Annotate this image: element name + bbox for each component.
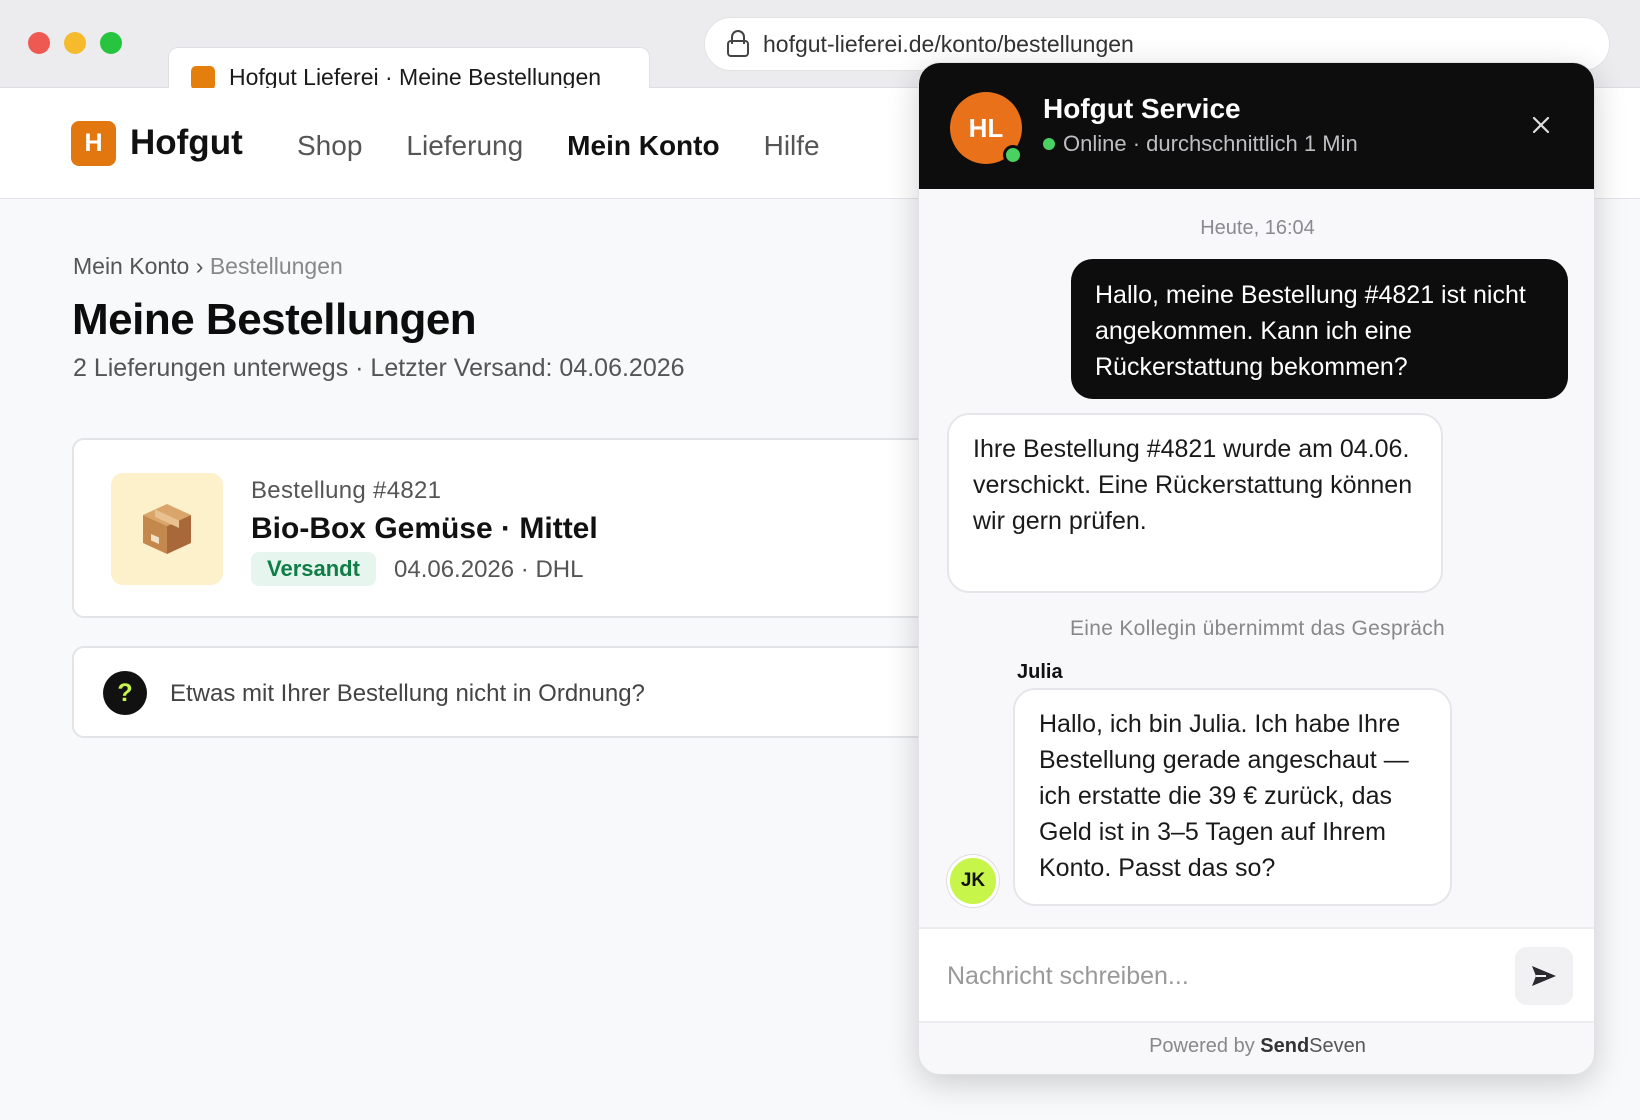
main-nav: Shop Lieferung Mein Konto Hilfe bbox=[297, 130, 820, 162]
question-icon: ? bbox=[103, 671, 147, 715]
window-minimize-button[interactable] bbox=[64, 32, 86, 54]
powered-prefix: Powered by bbox=[1149, 1035, 1261, 1057]
chat-widget: HL Hofgut Service Online · durchschnittl… bbox=[918, 62, 1595, 1075]
breadcrumb: Mein Konto › Bestellungen bbox=[73, 253, 343, 280]
order-card[interactable]: Bestellung #4821 Bio-Box Gemüse · Mittel… bbox=[72, 438, 952, 618]
system-message: Eine Kollegin übernimmt das Gespräch bbox=[1070, 617, 1445, 640]
nav-lieferung[interactable]: Lieferung bbox=[406, 130, 523, 162]
chat-header: HL Hofgut Service Online · durchschnittl… bbox=[919, 63, 1594, 189]
lock-icon bbox=[727, 30, 749, 58]
nav-mein-konto[interactable]: Mein Konto bbox=[567, 130, 719, 162]
send-button[interactable] bbox=[1515, 947, 1573, 1005]
page-title: Meine Bestellungen bbox=[72, 295, 477, 344]
powered-by: Powered by SendSeven bbox=[919, 1035, 1594, 1058]
breadcrumb-current: Bestellungen bbox=[209, 253, 343, 279]
package-icon bbox=[111, 473, 223, 585]
powered-brand-rest[interactable]: Seven bbox=[1309, 1035, 1366, 1057]
favicon-icon bbox=[191, 66, 215, 90]
close-button[interactable] bbox=[1525, 109, 1557, 141]
tab-title: Hofgut Lieferei · Meine Bestellungen bbox=[229, 64, 602, 90]
message-agent: Hallo, ich bin Julia. Ich habe Ihre Best… bbox=[1013, 688, 1452, 906]
chat-status-text: Online · durchschnittlich 1 Min bbox=[1063, 131, 1358, 156]
message-bot: Ihre Bestellung #4821 wurde am 04.06. ve… bbox=[947, 413, 1443, 593]
send-icon bbox=[1532, 966, 1556, 986]
window-maximize-button[interactable] bbox=[100, 32, 122, 54]
message-user: Hallo, meine Bestellung #4821 ist nicht … bbox=[1071, 259, 1568, 399]
breadcrumb-parent[interactable]: Mein Konto bbox=[73, 253, 189, 279]
chat-composer bbox=[919, 927, 1594, 1023]
logo-icon[interactable]: H bbox=[71, 121, 116, 166]
chat-status: Online · durchschnittlich 1 Min bbox=[1043, 131, 1358, 157]
powered-brand-bold[interactable]: Send bbox=[1260, 1035, 1309, 1057]
nav-hilfe[interactable]: Hilfe bbox=[764, 130, 820, 162]
chat-title: Hofgut Service bbox=[1043, 93, 1241, 124]
window-close-button[interactable] bbox=[28, 32, 50, 54]
url-text: hofgut-lieferei.de/konto/bestellungen bbox=[763, 30, 1134, 57]
chat-timestamp: Heute, 16:04 bbox=[1200, 217, 1315, 239]
help-text: Etwas mit Ihrer Bestellung nicht in Ordn… bbox=[170, 680, 645, 707]
breadcrumb-separator: › bbox=[195, 253, 204, 279]
logo-text[interactable]: Hofgut bbox=[130, 123, 243, 163]
agent-avatar: JK bbox=[947, 855, 999, 907]
agent-name: Julia bbox=[1017, 661, 1063, 683]
close-icon bbox=[1532, 116, 1550, 134]
help-card[interactable]: ? Etwas mit Ihrer Bestellung nicht in Or… bbox=[72, 646, 952, 738]
message-input[interactable] bbox=[947, 953, 1487, 999]
order-meta: 04.06.2026 · DHL bbox=[394, 556, 584, 583]
page-subtitle: 2 Lieferungen unterwegs · Letzter Versan… bbox=[73, 354, 685, 382]
order-name: Bio-Box Gemüse · Mittel bbox=[251, 512, 598, 545]
status-badge: Versandt bbox=[251, 552, 376, 586]
online-indicator bbox=[1003, 145, 1023, 165]
online-dot-icon bbox=[1043, 138, 1055, 150]
nav-shop[interactable]: Shop bbox=[297, 130, 362, 162]
order-number: Bestellung #4821 bbox=[251, 477, 442, 504]
